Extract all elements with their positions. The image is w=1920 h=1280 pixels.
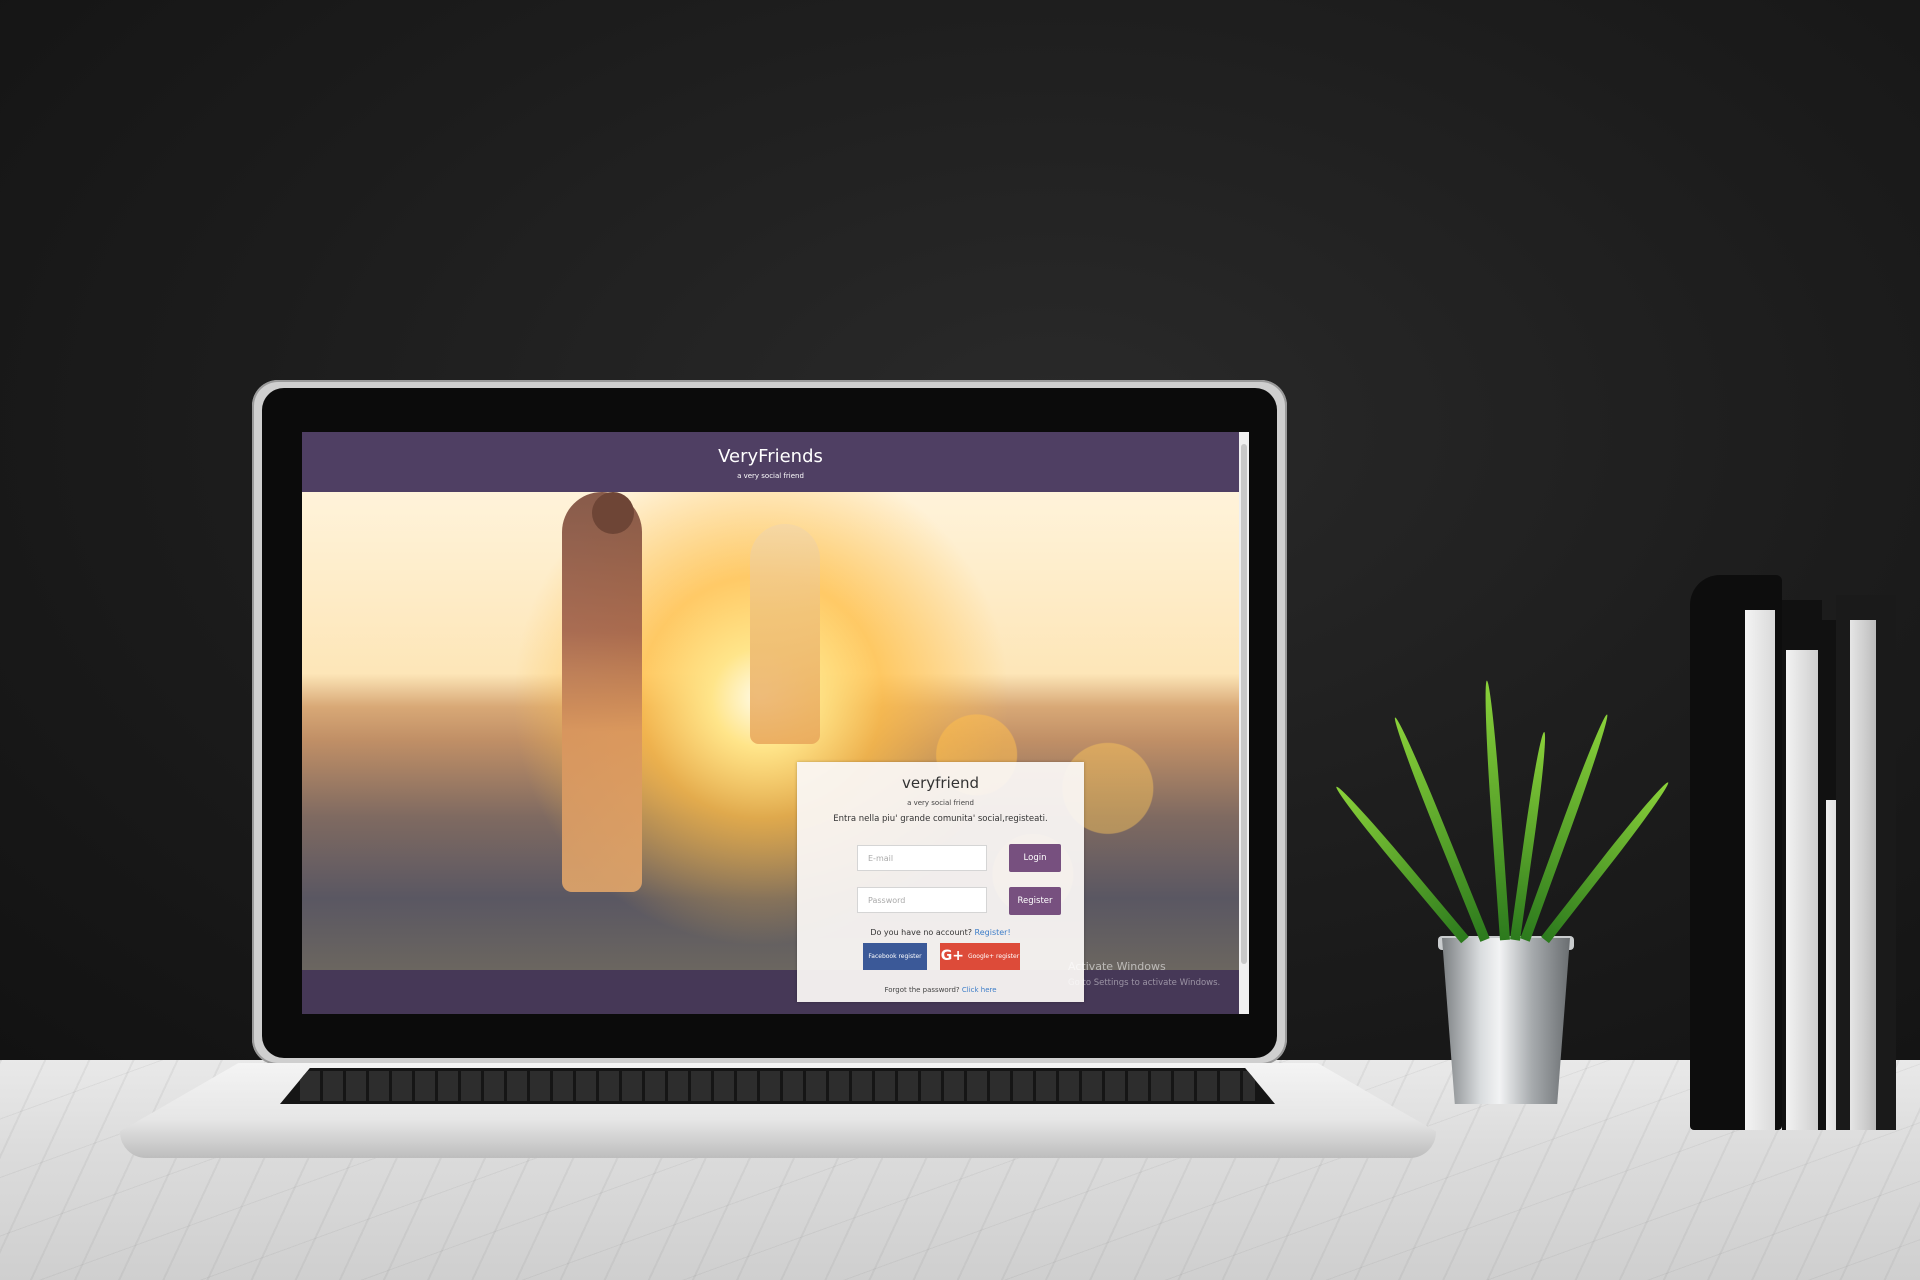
binder-pages [1745, 610, 1775, 1130]
activate-windows-title: Activate Windows [1068, 960, 1166, 973]
password-input[interactable]: Password [857, 887, 987, 913]
activate-windows-hint: Go to Settings to activate Windows. [1068, 978, 1221, 988]
metal-pot [1442, 938, 1570, 1104]
forgot-text: Forgot the password? [884, 986, 960, 994]
email-input[interactable]: E-mail [857, 845, 987, 871]
facebook-register-button[interactable]: Facebook register [863, 943, 927, 970]
hero-image [302, 492, 1239, 970]
site-brand[interactable]: VeryFriends [302, 446, 1239, 467]
google-register-button[interactable]: G+ Google+ register [940, 943, 1020, 970]
man-silhouette [562, 492, 642, 892]
forgot-link[interactable]: Click here [962, 986, 997, 994]
login-card: veryfriend a very social friend Entra ne… [797, 762, 1084, 1002]
google-register-label: Google+ register [967, 953, 1020, 960]
no-account-row: Do you have no account? Register! [797, 928, 1084, 937]
woman-silhouette [750, 524, 820, 744]
forgot-password-row: Forgot the password? Click here [797, 986, 1084, 994]
man-head [592, 492, 634, 534]
book-pages [1850, 620, 1876, 1130]
laptop-screen: VeryFriends a very social friend veryfri… [302, 432, 1239, 1014]
login-button[interactable]: Login [1009, 844, 1061, 872]
laptop-keyboard [280, 1068, 1275, 1104]
site-header: VeryFriends a very social friend [302, 432, 1239, 492]
no-account-text: Do you have no account? [870, 928, 972, 937]
site-tagline: a very social friend [737, 472, 804, 480]
card-intro: Entra nella piu' grande comunita' social… [833, 814, 1048, 824]
register-button[interactable]: Register [1009, 887, 1061, 915]
page-scrollbar[interactable] [1239, 432, 1249, 1014]
site-footer [302, 970, 1239, 1014]
book-pages [1786, 650, 1818, 1130]
register-link[interactable]: Register! [975, 928, 1011, 937]
card-subtitle: a very social friend [907, 799, 974, 807]
scrollbar-thumb[interactable] [1241, 444, 1247, 964]
card-title: veryfriend [901, 774, 980, 792]
google-plus-icon: G+ [940, 948, 965, 964]
